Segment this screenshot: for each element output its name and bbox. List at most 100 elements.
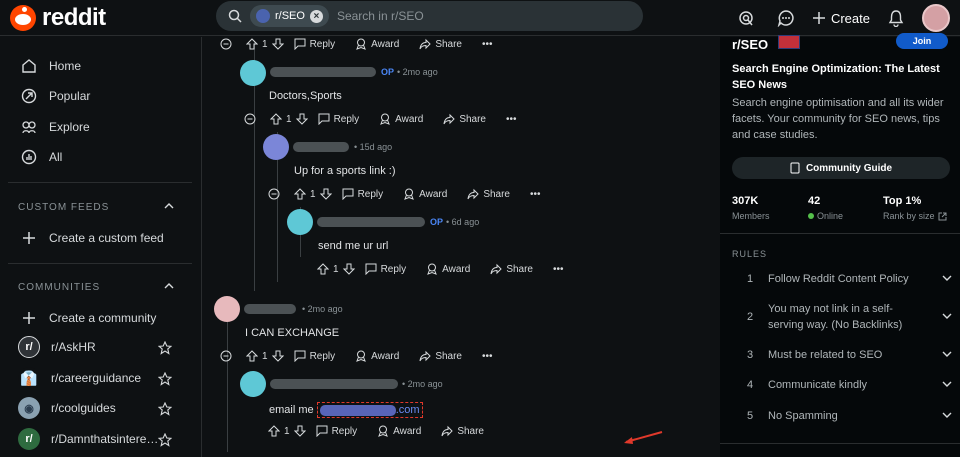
chat-icon[interactable] (772, 4, 800, 32)
commenter-avatar[interactable] (240, 60, 266, 86)
chevron-up-icon[interactable] (164, 201, 174, 211)
more-options-icon[interactable]: ••• (530, 189, 541, 200)
award-label: Award (419, 188, 448, 200)
rule-text: You may not link in a self-serving way. … (768, 303, 903, 331)
favorite-star-icon[interactable] (158, 341, 172, 355)
reply-button[interactable]: Reply (342, 188, 383, 200)
collapse-icon[interactable] (220, 38, 232, 50)
upvote-icon[interactable] (317, 263, 329, 275)
create-custom-feed[interactable]: Create a custom feed (20, 229, 164, 247)
comment-actions: 1 Reply Award Share ••• (268, 188, 561, 200)
notifications-icon[interactable] (882, 4, 910, 32)
username-redacted[interactable] (293, 142, 349, 152)
award-button[interactable]: Award (355, 38, 399, 50)
community-careerguidance[interactable]: 👔 r/careerguidance (18, 367, 141, 389)
community-coolguides[interactable]: ◉ r/coolguides (18, 397, 116, 419)
reply-button[interactable]: Reply (294, 38, 335, 50)
favorite-star-icon[interactable] (158, 433, 172, 447)
all-icon (20, 148, 38, 166)
more-options-icon[interactable]: ••• (482, 351, 493, 362)
favorite-star-icon[interactable] (158, 372, 172, 386)
share-button[interactable]: Share (490, 263, 533, 275)
community-guide-button[interactable]: Community Guide (732, 157, 950, 179)
share-button[interactable]: Share (441, 425, 484, 437)
reply-button[interactable]: Reply (318, 113, 359, 125)
comment-time: 6d ago (451, 217, 480, 227)
create-button[interactable]: Create (812, 11, 870, 26)
username-redacted[interactable] (317, 217, 425, 227)
rule-item[interactable]: 5 No Spamming (732, 408, 952, 424)
upvote-icon[interactable] (294, 188, 306, 200)
advertise-icon[interactable] (732, 4, 760, 32)
username-redacted[interactable] (244, 304, 296, 314)
custom-feeds-title[interactable]: CUSTOM FEEDS (18, 202, 109, 213)
commenter-avatar[interactable] (287, 209, 313, 235)
downvote-icon[interactable] (295, 113, 308, 125)
nav-explore[interactable]: Explore (20, 118, 90, 136)
create-community[interactable]: Create a community (20, 309, 156, 327)
upvote-icon[interactable] (246, 38, 258, 50)
clear-scope-icon[interactable]: × (309, 9, 323, 23)
upvote-icon[interactable] (246, 350, 258, 362)
more-options-icon[interactable]: ••• (553, 264, 564, 275)
more-options-icon[interactable]: ••• (506, 114, 517, 125)
award-button[interactable]: Award (377, 425, 421, 437)
downvote-icon[interactable] (293, 425, 306, 437)
share-label: Share (457, 425, 484, 437)
rule-item[interactable]: 1 Follow Reddit Content Policy (732, 271, 952, 287)
downvote-icon[interactable] (319, 188, 332, 200)
chevron-down-icon (942, 412, 952, 418)
share-button[interactable]: Share (419, 38, 462, 50)
nav-all[interactable]: All (20, 148, 62, 166)
share-button[interactable]: Share (467, 188, 510, 200)
collapse-icon[interactable] (244, 113, 256, 125)
upvote-icon[interactable] (268, 425, 280, 437)
rule-number: 1 (747, 273, 754, 285)
search-bar[interactable]: r/SEO × Search in r/SEO (216, 1, 643, 31)
comment-actions: 1 Reply Award Share ••• (317, 263, 584, 275)
search-placeholder[interactable]: Search in r/SEO (337, 9, 424, 23)
favorite-star-icon[interactable] (158, 402, 172, 416)
username-redacted[interactable] (270, 379, 398, 389)
user-avatar[interactable] (922, 4, 950, 32)
award-button[interactable]: Award (403, 188, 447, 200)
communities-title[interactable]: COMMUNITIES (18, 282, 100, 293)
reply-button[interactable]: Reply (294, 350, 335, 362)
reddit-logo[interactable]: reddit (10, 4, 106, 32)
award-button[interactable]: Award (379, 113, 423, 125)
award-icon (356, 350, 366, 362)
collapse-icon[interactable] (220, 350, 232, 362)
commenter-avatar[interactable] (263, 134, 289, 160)
upvote-icon[interactable] (270, 113, 282, 125)
stat-rank[interactable]: Top 1% Rank by size (883, 195, 947, 221)
downvote-icon[interactable] (271, 350, 284, 362)
downvote-icon[interactable] (271, 38, 284, 50)
community-askhr[interactable]: r/ r/AskHR (18, 336, 96, 358)
username-redacted[interactable] (270, 67, 376, 77)
rule-item[interactable]: 2 You may not link in a self-serving way… (732, 301, 952, 333)
search-scope-chip[interactable]: r/SEO × (250, 5, 329, 27)
rule-item[interactable]: 4 Communicate kindly (732, 377, 952, 393)
community-damnthatsinteresting[interactable]: r/ r/Damnthatsintere… (18, 428, 158, 450)
chevron-up-icon[interactable] (164, 281, 174, 291)
award-button[interactable]: Award (355, 350, 399, 362)
community-name: r/AskHR (51, 340, 96, 354)
home-icon (20, 57, 38, 75)
reply-button[interactable]: Reply (316, 425, 357, 437)
downvote-icon[interactable] (342, 263, 355, 275)
highlighted-link[interactable]: .com (316, 402, 423, 418)
reply-button[interactable]: Reply (365, 263, 406, 275)
more-options-icon[interactable]: ••• (482, 39, 493, 50)
vote-group: 1 (246, 38, 284, 50)
nav-home[interactable]: Home (20, 57, 81, 75)
share-button[interactable]: Share (443, 113, 486, 125)
rule-item[interactable]: 3 Must be related to SEO (732, 347, 952, 363)
join-button[interactable]: Join (896, 33, 948, 49)
collapse-icon[interactable] (268, 188, 280, 200)
community-title[interactable]: r/SEO (732, 37, 768, 52)
nav-popular[interactable]: Popular (20, 87, 90, 105)
commenter-avatar[interactable] (240, 371, 266, 397)
commenter-avatar[interactable] (214, 296, 240, 322)
share-button[interactable]: Share (419, 350, 462, 362)
award-button[interactable]: Award (426, 263, 470, 275)
